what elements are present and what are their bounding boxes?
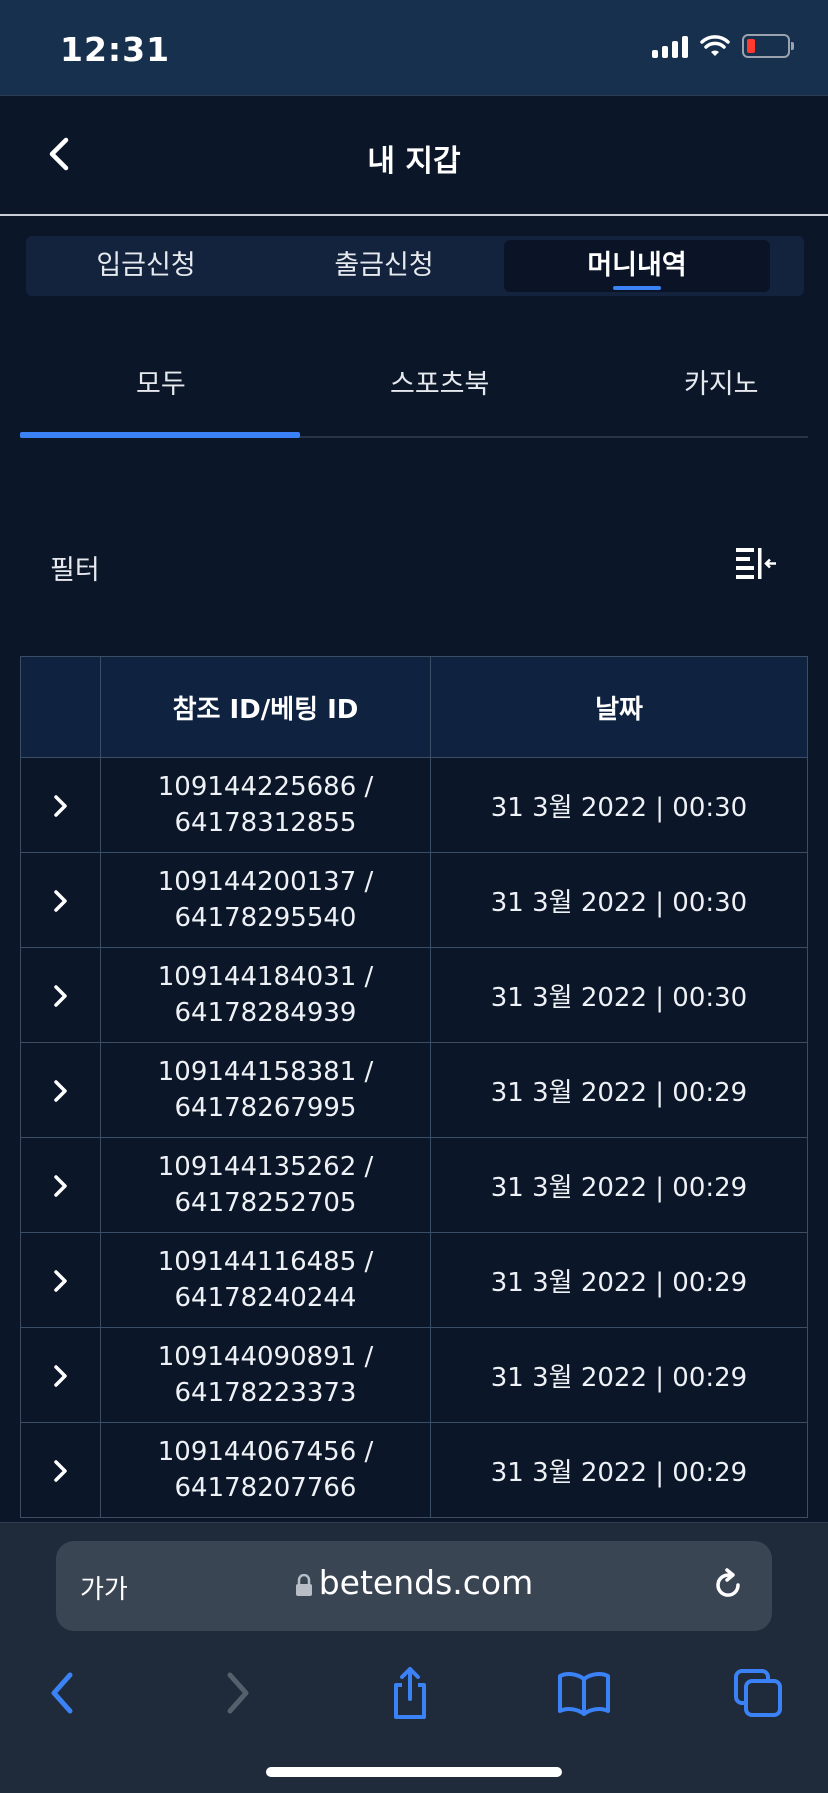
tabs-icon[interactable] [728,1663,788,1723]
bet-id: 64178312855 [174,808,357,838]
id-cell: 109144090891 / 64178223373 [100,1327,431,1423]
active-category-indicator [20,432,300,438]
battery-level [747,39,755,53]
url-text: betends.com [318,1563,534,1602]
reference-id: 109144184031 / [157,962,374,992]
date-cell: 31 3월 2022 | 00:30 [430,947,808,1043]
expand-cell[interactable] [20,1232,101,1328]
address-bar[interactable]: 가가 betends.com [56,1541,772,1631]
bet-id: 64178207766 [174,1473,357,1503]
chevron-right-icon[interactable] [48,793,74,819]
id-cell: 109144116485 / 64178240244 [100,1232,431,1328]
table-row[interactable]: 109144184031 / 64178284939 31 3월 2022 | 0… [20,947,808,1043]
expand-cell[interactable] [20,1137,101,1233]
tab-deposit[interactable]: 입금신청 [26,236,266,296]
date-cell: 31 3월 2022 | 00:29 [430,1042,808,1138]
wallet-tab-bar: 입금신청 출금신청 머니내역 [26,236,804,296]
expand-cell[interactable] [20,1042,101,1138]
chevron-right-icon[interactable] [48,1458,74,1484]
reference-id: 109144067456 / [157,1437,374,1467]
table-header-row: 참조 ID/베팅 ID 날짜 [20,656,808,758]
header-date: 날짜 [430,656,808,758]
lock-icon [295,1573,312,1596]
reference-id: 109144135262 / [157,1152,374,1182]
tab-money-history-label: 머니내역 [587,250,687,281]
chevron-right-icon[interactable] [48,1268,74,1294]
filter-label: 필터 [50,555,100,586]
chevron-right-icon[interactable] [48,1078,74,1104]
date-cell: 31 3월 2022 | 00:30 [430,757,808,853]
expand-cell[interactable] [20,757,101,853]
tab-all[interactable]: 모두 [136,362,186,401]
expand-cell[interactable] [20,1422,101,1518]
reload-icon[interactable] [710,1567,746,1603]
table-row[interactable]: 109144135262 / 64178252705 31 3월 2022 | 0… [20,1137,808,1233]
reference-id: 109144225686 / [157,772,374,802]
bet-id: 64178223373 [174,1378,357,1408]
chevron-right-icon[interactable] [48,983,74,1009]
header-expand [20,656,101,758]
tab-withdraw[interactable]: 출금신청 [264,236,504,296]
page-title: 내 지갑 [367,144,461,179]
chevron-right-icon[interactable] [48,888,74,914]
reference-id: 109144116485 / [157,1247,374,1277]
browser-nav-row [0,1663,828,1743]
chevron-right-icon[interactable] [48,1363,74,1389]
id-cell: 109144225686 / 64178312855 [100,757,431,853]
browser-back-icon[interactable] [34,1663,94,1723]
share-icon[interactable] [380,1663,440,1723]
expand-cell[interactable] [20,947,101,1043]
category-tab-bar: 모두 스포츠북 카지노 [20,350,808,438]
browser-toolbar: 가가 betends.com [0,1522,828,1793]
reference-id: 109144090891 / [157,1342,374,1372]
status-icons [652,34,794,58]
table-row[interactable]: 109144090891 / 64178223373 31 3월 2022 | 0… [20,1327,808,1423]
filter-icon[interactable] [734,546,780,582]
active-tab-underline [613,286,661,290]
page-header: 내 지갑 [0,96,828,216]
bet-id: 64178295540 [174,903,357,933]
table-row[interactable]: 109144158381 / 64178267995 31 3월 2022 | 0… [20,1042,808,1138]
tab-sportsbook[interactable]: 스포츠북 [390,362,489,401]
tab-money-history[interactable]: 머니내역 [504,240,770,292]
header-reference-id: 참조 ID/베팅 ID [100,656,431,758]
bookmarks-icon[interactable] [554,1663,614,1723]
id-cell: 109144158381 / 64178267995 [100,1042,431,1138]
bet-id: 64178267995 [174,1093,357,1123]
id-cell: 109144067456 / 64178207766 [100,1422,431,1518]
status-bar: 12:31 [0,0,828,96]
table-row[interactable]: 109144225686 / 64178312855 31 3월 2022 | 0… [20,757,808,853]
id-cell: 109144200137 / 64178295540 [100,852,431,948]
bet-id: 64178284939 [174,998,357,1028]
date-cell: 31 3월 2022 | 00:29 [430,1232,808,1328]
date-cell: 31 3월 2022 | 00:29 [430,1137,808,1233]
reference-id: 109144200137 / [157,867,374,897]
browser-forward-icon[interactable] [206,1663,266,1723]
wifi-icon [700,35,730,56]
date-cell: 31 3월 2022 | 00:29 [430,1422,808,1518]
id-cell: 109144135262 / 64178252705 [100,1137,431,1233]
battery-icon [742,34,794,58]
status-time: 12:31 [60,30,171,69]
table-row[interactable]: 109144067456 / 64178207766 31 3월 2022 | 0… [20,1422,808,1518]
reference-id: 109144158381 / [157,1057,374,1087]
id-cell: 109144184031 / 64178284939 [100,947,431,1043]
expand-cell[interactable] [20,852,101,948]
table-row[interactable]: 109144200137 / 64178295540 31 3월 2022 | 0… [20,852,808,948]
bet-id: 64178240244 [174,1283,357,1313]
url-display[interactable]: betends.com [56,1563,772,1602]
tab-casino[interactable]: 카지노 [684,362,759,401]
home-indicator [266,1767,562,1777]
date-cell: 31 3월 2022 | 00:29 [430,1327,808,1423]
table-row[interactable]: 109144116485 / 64178240244 31 3월 2022 | 0… [20,1232,808,1328]
chevron-right-icon[interactable] [48,1173,74,1199]
date-cell: 31 3월 2022 | 00:30 [430,852,808,948]
cellular-signal-icon [652,34,688,58]
money-history-table: 참조 ID/베팅 ID 날짜 109144225686 / 64178312855… [20,656,808,1518]
bet-id: 64178252705 [174,1188,357,1218]
expand-cell[interactable] [20,1327,101,1423]
